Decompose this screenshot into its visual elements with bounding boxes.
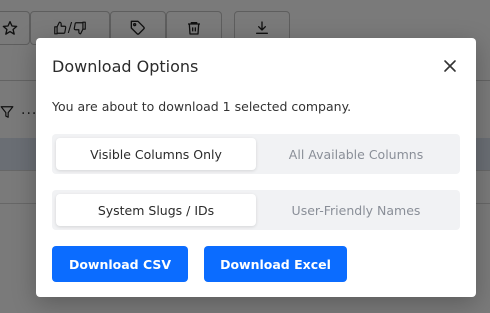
- download-csv-button[interactable]: Download CSV: [52, 246, 188, 282]
- all-columns-option[interactable]: All Available Columns: [256, 138, 456, 170]
- download-options-dialog: Download Options You are about to downlo…: [36, 38, 476, 297]
- system-slugs-option[interactable]: System Slugs / IDs: [56, 194, 256, 226]
- dialog-title: Download Options: [52, 57, 199, 76]
- dialog-description: You are about to download 1 selected com…: [52, 99, 352, 114]
- download-excel-button[interactable]: Download Excel: [204, 246, 347, 282]
- close-icon: [444, 60, 456, 72]
- friendly-names-option[interactable]: User-Friendly Names: [256, 194, 456, 226]
- visible-columns-option[interactable]: Visible Columns Only: [56, 138, 256, 170]
- close-button[interactable]: [438, 54, 462, 78]
- columns-scope-toggle: Visible Columns Only All Available Colum…: [52, 134, 460, 174]
- column-naming-toggle: System Slugs / IDs User-Friendly Names: [52, 190, 460, 230]
